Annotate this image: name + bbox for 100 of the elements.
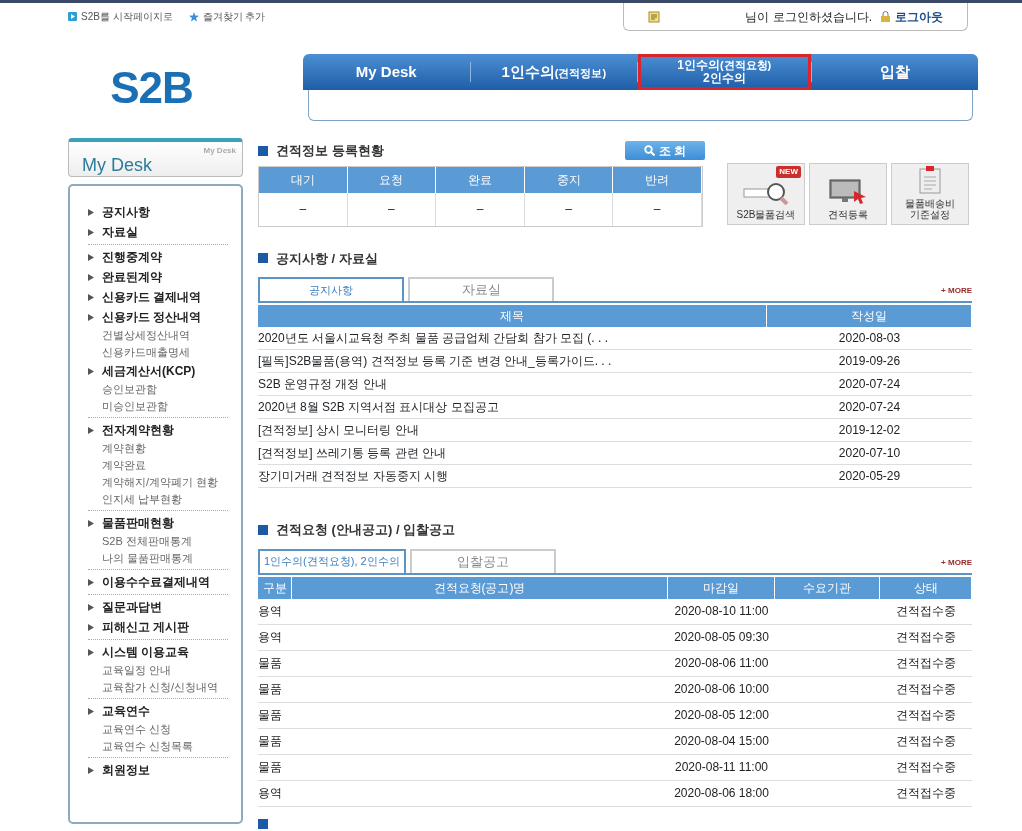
sidebar-item[interactable]: 전자계약현황 xyxy=(88,420,228,440)
deadline-cell-text: 2020-08-06 18:00 xyxy=(673,785,770,802)
notice-title-link[interactable]: 2020년도 서울시교육청 주최 물품 공급업체 간담회 참가 모집 (. . . xyxy=(258,329,767,347)
column-header: 구분 xyxy=(258,576,292,599)
type-cell-text: 물품 xyxy=(258,759,283,776)
date-cell-text: 2020-07-24 xyxy=(837,376,902,393)
notice-title-link[interactable]: [견적정보] 상시 모니터링 안내 xyxy=(258,421,767,439)
sidebar-subitem[interactable]: 미승인보관함 xyxy=(88,398,228,415)
sidebar-subitem[interactable]: 승인보관함 xyxy=(88,381,228,398)
nav-tab[interactable]: 1인수의(견적정보) xyxy=(470,62,637,82)
table-cell: – xyxy=(613,192,702,226)
sidebar-item[interactable]: 공지사항 xyxy=(88,202,228,222)
bullet-icon xyxy=(88,208,94,216)
column-header: 견적요청(공고)명 xyxy=(292,576,668,599)
sidebar-item[interactable]: 이용수수료결제내역 xyxy=(88,572,228,592)
column-header: 상태 xyxy=(880,576,972,599)
sidebar-item[interactable]: 세금계산서(KCP) xyxy=(88,361,228,381)
sidebar-item[interactable]: 자료실 xyxy=(88,222,228,242)
quick-link-button[interactable]: 견적등록 xyxy=(809,163,887,225)
play-icon xyxy=(68,12,77,21)
bullet-icon xyxy=(88,578,94,586)
clipboard-icon xyxy=(918,166,942,194)
date-cell-text: 2020-08-03 xyxy=(837,330,902,347)
sidebar-item[interactable]: 신용카드 정산내역 xyxy=(88,307,228,327)
tab[interactable]: 입찰공고 xyxy=(409,548,556,573)
sidebar-item[interactable]: 완료된계약 xyxy=(88,267,228,287)
notice-title-link[interactable]: 2020년 8월 S2B 지역서점 표시대상 모집공고 xyxy=(258,398,767,416)
section-title: 견적정보 등록현황 xyxy=(276,142,384,160)
sidebar-subitem[interactable]: 계약해지/계약폐기 현황 xyxy=(88,474,228,491)
sidebar-subitem[interactable]: 계약완료 xyxy=(88,457,228,474)
sidebar-item[interactable]: 피해신고 게시판 xyxy=(88,617,228,637)
column-header: 작성일 xyxy=(767,305,972,327)
nav-tab[interactable]: 1인수의(견적요청) 2인수의 xyxy=(638,54,811,90)
type-cell-text: 물품 xyxy=(258,733,283,750)
sidebar-subitem[interactable]: 계약현황 xyxy=(88,440,228,457)
bullet-icon xyxy=(88,253,94,261)
deadline-cell-text: 2020-08-04 15:00 xyxy=(673,733,770,750)
column-header: 대기 xyxy=(259,166,348,193)
more-link[interactable]: + MORE xyxy=(941,556,972,569)
more-link[interactable]: + MORE xyxy=(941,285,972,297)
sidebar-subitem[interactable]: 교육참가 신청/신청내역 xyxy=(88,679,228,696)
quick-link-button[interactable]: NEW S2B물품검색 xyxy=(727,163,805,225)
new-badge: NEW xyxy=(776,166,801,178)
notice-title-link[interactable]: [필독]S2B물품(용역) 견적정보 등록 기준 변경 안내_등록가이드. . . xyxy=(258,352,767,370)
sidebar-title: My Desk xyxy=(82,154,152,177)
bullet-icon xyxy=(88,426,94,434)
type-cell-text: 용역 xyxy=(258,785,283,802)
login-message: 님이 로그인하셨습니다. xyxy=(745,8,872,26)
logout-link[interactable]: 로그아웃 xyxy=(880,7,943,26)
bullet-icon xyxy=(88,273,94,281)
status-cell-text: 견적접수중 xyxy=(895,733,957,750)
sidebar-subitem[interactable]: 인지세 납부현황 xyxy=(88,491,228,508)
sidebar-item[interactable]: 물품판매현황 xyxy=(88,513,228,533)
nav-tab[interactable]: My Desk xyxy=(303,62,470,82)
notice-title-link[interactable]: 장기미거래 견적정보 자동중지 시행 xyxy=(258,467,767,485)
sidebar-caption: My Desk xyxy=(203,145,236,157)
column-header: 제목 xyxy=(258,305,767,327)
tab[interactable]: 공지사항 xyxy=(258,277,404,301)
nav-tab[interactable]: 입찰 xyxy=(811,62,978,82)
star-icon xyxy=(188,11,199,22)
sidebar-item[interactable]: 신용카드 결제내역 xyxy=(88,287,228,307)
column-header: 마감일 xyxy=(668,576,775,599)
sidebar-subitem[interactable]: 나의 물품판매통계 xyxy=(88,550,228,567)
sidebar-item[interactable]: 교육연수 xyxy=(88,701,228,721)
deadline-cell-text: 2020-08-05 12:00 xyxy=(673,707,770,724)
top-link[interactable]: 즐겨찾기 추가 xyxy=(188,9,266,24)
notice-title-link[interactable]: S2B 운영규정 개정 안내 xyxy=(258,375,767,393)
sidebar-subitem[interactable]: 건별상세정산내역 xyxy=(88,327,228,344)
monitor-icon xyxy=(828,179,868,205)
sidebar-subitem[interactable]: 신용카드매출명세 xyxy=(88,344,228,361)
status-cell-text: 견적접수중 xyxy=(895,603,957,620)
sidebar-subitem[interactable]: 교육연수 신청 xyxy=(88,721,228,738)
sidebar-subitem[interactable]: 교육연수 신청목록 xyxy=(88,738,228,755)
top-link[interactable]: S2B를 시작페이지로 xyxy=(68,9,173,24)
sidebar-item[interactable]: 회원정보 xyxy=(88,760,228,780)
sidebar-item[interactable]: 진행중계약 xyxy=(88,247,228,267)
sidebar-subitem[interactable]: 교육일정 안내 xyxy=(88,662,228,679)
notice-title-link[interactable]: [견적정보] 쓰레기통 등록 관련 안내 xyxy=(258,444,767,462)
deadline-cell-text: 2020-08-06 10:00 xyxy=(673,681,770,698)
status-cell-text: 견적접수중 xyxy=(895,681,957,698)
logo[interactable]: S2B xyxy=(110,66,193,121)
square-icon xyxy=(258,253,268,264)
sidebar-subitem[interactable]: S2B 전체판매통계 xyxy=(88,533,228,550)
bullet-icon xyxy=(88,623,94,631)
bullet-icon xyxy=(88,313,94,321)
bullet-icon xyxy=(88,603,94,611)
table-cell: – xyxy=(524,192,614,226)
type-cell-text: 물품 xyxy=(258,655,283,672)
quick-link-button[interactable]: 물품배송비 기준설정 xyxy=(891,163,969,225)
magnifier-icon xyxy=(743,181,789,205)
bullet-icon xyxy=(88,519,94,527)
sidebar-item[interactable]: 질문과답변 xyxy=(88,597,228,617)
deadline-cell-text: 2020-08-06 11:00 xyxy=(673,655,770,672)
column-header: 완료 xyxy=(436,166,525,193)
status-cell-text: 견적접수중 xyxy=(895,707,957,724)
type-cell-text: 용역 xyxy=(258,629,283,646)
bullet-icon xyxy=(88,367,94,375)
tab[interactable]: 자료실 xyxy=(408,277,554,301)
tab[interactable]: 1인수의(견적요청), 2인수의 xyxy=(258,548,406,573)
sidebar-item[interactable]: 시스템 이용교육 xyxy=(88,642,228,662)
